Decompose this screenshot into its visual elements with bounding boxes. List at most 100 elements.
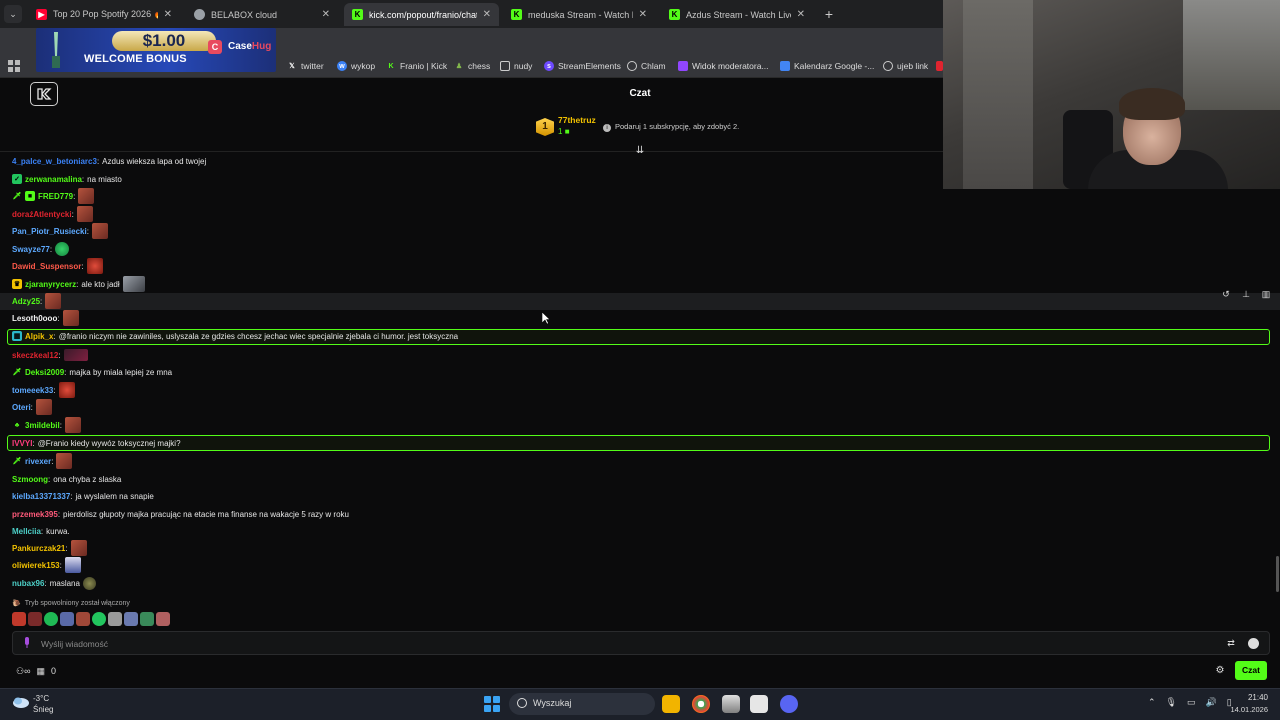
chat-username[interactable]: Mellciia [12,527,41,536]
store-icon[interactable]: ▦ [36,666,45,677]
microphone-icon[interactable] [23,637,31,649]
chat-username[interactable]: Deksi2009 [25,368,64,377]
emote-face-icon[interactable] [76,206,93,222]
weather-snow-icon[interactable] [12,696,30,710]
sub-gift-badge-icon[interactable]: ■ [25,191,35,201]
reply-icon[interactable]: ↺ [1220,288,1232,300]
emote-quick-10-icon[interactable] [156,612,170,626]
browser-tab-azdus[interactable]: K Azdus Stream - Watch Live on ✕ [661,3,813,26]
emote-quick-3-icon[interactable] [44,612,58,626]
sword-badge-icon[interactable]: 🗡 [12,367,22,377]
discord-icon[interactable] [780,695,798,713]
chat-username[interactable]: kielba13371337 [12,492,70,501]
microphone-tray-icon[interactable]: 🎙 [1166,697,1177,711]
browser-tab-spotify[interactable]: ▶ Top 20 Pop Spotify 2026 🔥 Ed ✕ [28,3,180,26]
casehug-ad-banner[interactable]: $1.00 WELCOME BONUS C CaseHug [36,28,276,72]
bookmark-widok-moderatora[interactable]: Widok moderatora... [678,59,769,73]
close-tab-icon[interactable]: ✕ [797,9,805,20]
emote-quick-1-icon[interactable] [12,612,26,626]
scroll-to-bottom-icon[interactable]: ⇊ [634,146,646,156]
volume-icon[interactable]: 🔊 [1206,697,1217,711]
pin-icon[interactable]: ⊥ [1240,288,1252,300]
emote-quick-8-icon[interactable] [124,612,138,626]
gift-top-user[interactable]: 77thetruz [558,115,596,125]
close-tab-icon[interactable]: ✕ [483,9,491,20]
clock-date[interactable]: 14.01.2026 [1224,705,1268,714]
close-tab-icon[interactable]: ✕ [322,9,330,20]
clock-time[interactable]: 21:40 [1232,693,1268,702]
chat-username[interactable]: doraźAtlentycki [12,210,72,219]
emote-red-icon[interactable] [86,258,103,274]
translate-icon[interactable]: ⇄ [1225,637,1237,649]
bookmark-ujeb-link[interactable]: ujeb link [883,59,928,73]
chat-username[interactable]: zjaranyrycerz [25,280,76,289]
close-tab-icon[interactable]: ✕ [164,9,172,20]
sword-badge-icon[interactable]: 🗡 [12,191,22,201]
subscriber-badge-icon[interactable]: ▦ [12,331,22,341]
emote-quick-7-icon[interactable] [108,612,122,626]
chat-username[interactable]: przemek395 [12,510,58,519]
emote-face-icon[interactable] [70,540,87,556]
bookmark-kalendarz-google[interactable]: Kalendarz Google -... [780,59,874,73]
obs-app-icon[interactable] [750,695,768,713]
new-tab-button[interactable]: + [820,5,838,23]
chat-username[interactable]: Alpik_x [25,332,53,341]
emote-face-icon[interactable] [35,399,52,415]
sword-badge-icon[interactable]: 🗡 [12,456,22,466]
chat-username[interactable]: Pankurczak21 [12,544,65,553]
delete-icon[interactable]: ▥ [1260,288,1272,300]
emote-person-icon[interactable] [64,557,81,573]
bookmark-chlam[interactable]: Chlam [627,59,666,73]
chat-username[interactable]: FRED779 [38,192,73,201]
bookmark-nudy[interactable]: nudy [500,59,532,73]
gift-prompt[interactable]: i Podaruj 1 subskrypcję, aby zdobyć 2. [603,122,739,132]
emote-red-icon[interactable] [58,382,75,398]
emote-face-icon[interactable] [62,310,79,326]
emote-picker-icon[interactable] [1248,638,1259,649]
chat-username[interactable]: Adzy25 [12,297,40,306]
chat-username[interactable]: IVVYI [12,439,32,448]
connections-icon[interactable]: ⚇∞ [16,666,30,677]
chat-username[interactable]: rivexer [25,457,51,466]
chat-username[interactable]: Swayze77 [12,245,50,254]
tray-chevron-icon[interactable]: ⌃ [1148,697,1156,711]
chat-username[interactable]: zerwanamalina [25,175,82,184]
browser-tab-belabox[interactable]: BELABOX cloud ✕ [186,3,338,26]
chat-username[interactable]: Szmoong [12,475,48,484]
emote-face-icon[interactable] [56,453,73,469]
verified-badge-icon[interactable]: ✓ [12,174,22,184]
chat-username[interactable]: Lesoth0ooo [12,314,57,323]
emote-face-icon[interactable] [45,293,62,309]
emote-face-icon[interactable] [64,417,81,433]
emote-quick-6-icon[interactable] [92,612,106,626]
bookmark-twitter[interactable]: 𝕏twitter [287,59,324,73]
network-icon[interactable]: ▭ [1187,697,1196,711]
emote-smile-icon[interactable] [82,576,96,590]
emote-face-icon[interactable] [78,188,95,204]
chat-username[interactable]: Pan_Piotr_Rusiecki [12,227,87,236]
bookmark-streamelements[interactable]: s StreamElements [544,59,621,73]
crown-badge-icon[interactable]: ♛ [12,279,22,289]
bookmark-franio-kick[interactable]: K Franio | Kick [386,59,447,73]
emote-quick-4-icon[interactable] [60,612,74,626]
tab-search-chevron-icon[interactable]: ⌄ [4,5,22,23]
chat-message-input[interactable] [41,636,1191,651]
emote-face-icon[interactable] [91,223,108,239]
chat-username[interactable]: Oteri [12,403,31,412]
chat-username[interactable]: oliwierek153 [12,561,60,570]
bookmark-chess[interactable]: ♟ chess [454,59,490,73]
chat-scrollbar[interactable] [1276,556,1279,592]
kick-logo-icon[interactable] [30,82,58,106]
emote-dark-icon[interactable] [63,349,88,361]
chat-username[interactable]: skeczkeal12 [12,351,58,360]
browser-tab-kick-chat[interactable]: K kick.com/popout/franio/chat ✕ [344,3,499,26]
close-tab-icon[interactable]: ✕ [639,9,647,20]
browser-tab-meduska[interactable]: K meduska Stream - Watch Live o ✕ [503,3,655,26]
apps-grid-icon[interactable] [8,60,20,72]
chat-username[interactable]: tomeeek33 [12,386,53,395]
emote-quick-9-icon[interactable] [140,612,154,626]
chat-username[interactable]: nubax96 [12,579,44,588]
chat-username[interactable]: 3mildebil [25,421,60,430]
file-explorer-icon[interactable] [662,695,680,713]
tree-badge-icon[interactable]: ♣ [12,420,22,430]
